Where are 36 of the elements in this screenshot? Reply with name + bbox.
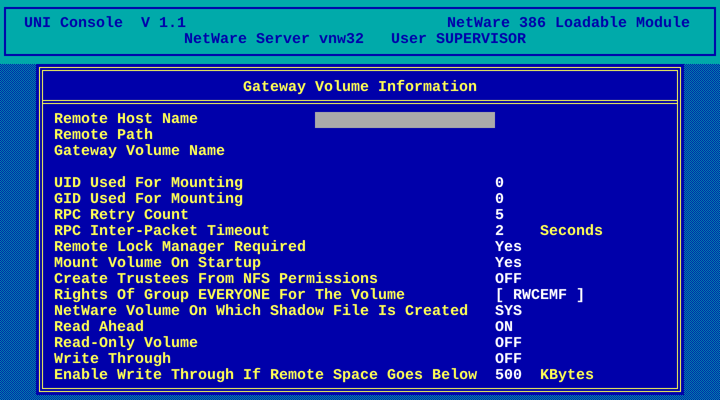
field-value[interactable]: 0 (495, 192, 504, 208)
field-label: Rights Of Group EVERYONE For The Volume (54, 288, 406, 304)
field-label: Remote Path (54, 128, 154, 144)
field-value[interactable]: OFF (495, 352, 522, 368)
field-label: Read-Only Volume (54, 336, 198, 352)
field-value[interactable]: 2 (495, 224, 504, 240)
field-value[interactable]: 0 (495, 176, 504, 192)
field-value[interactable]: [ RWCEMF ] (495, 288, 586, 304)
field-label: Mount Volume On Startup (54, 256, 262, 272)
field-label: UID Used For Mounting (54, 176, 244, 192)
field-label: RPC Inter-Packet Timeout (54, 224, 270, 240)
field-value[interactable]: Yes (495, 240, 522, 256)
field-value[interactable]: 5 (495, 208, 504, 224)
field-label: Enable Write Through If Remote Space Goes Below (54, 368, 478, 384)
unit-label: KBytes (540, 368, 594, 384)
module-label: NetWare 386 Loadable Module (446, 16, 690, 32)
field-label: Gateway Volume Name (54, 144, 226, 160)
field-value[interactable]: OFF (495, 272, 522, 288)
field-label: Write Through (54, 352, 172, 368)
server-info: NetWare Server vnw32 User SUPERVISOR (184, 31, 526, 48)
dialog-title: Gateway Volume Information (242, 79, 478, 96)
field-value[interactable]: 500 (495, 368, 522, 384)
app-title: UNI Console V 1.1 (24, 16, 186, 32)
field-label: NetWare Volume On Which Shadow File Is Created (54, 304, 468, 320)
field-value[interactable]: Yes (495, 256, 522, 272)
field-value[interactable]: OFF (495, 336, 522, 352)
field-value[interactable]: SYS (495, 304, 522, 320)
field-label: Create Trustees From NFS Permissions (54, 272, 378, 288)
field-label: Read Ahead (54, 320, 144, 336)
field-label: RPC Retry Count (54, 208, 190, 224)
field-value[interactable]: ON (495, 320, 514, 336)
unit-label: Seconds (540, 224, 604, 240)
field-label: Remote Lock Manager Required (54, 240, 306, 256)
field-label: Remote Host Name (54, 112, 198, 128)
field-label: GID Used For Mounting (54, 192, 244, 208)
input-field[interactable] (315, 112, 495, 128)
